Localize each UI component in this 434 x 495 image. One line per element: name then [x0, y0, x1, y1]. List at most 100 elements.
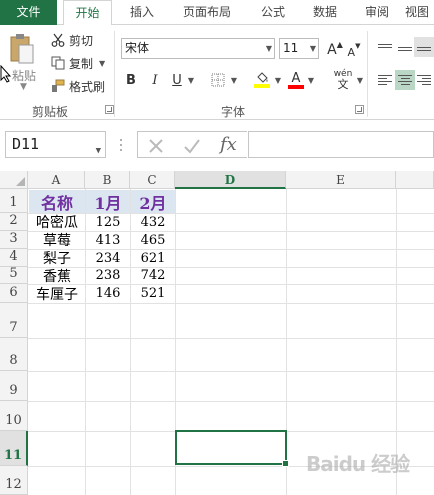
row-header-10[interactable]: 10 — [0, 401, 28, 431]
phonetic-guide-button[interactable]: wén 文 — [331, 70, 355, 91]
font-dialog-launcher[interactable] — [355, 105, 364, 114]
column-header-f[interactable] — [396, 171, 434, 189]
column-header-c[interactable]: C — [130, 171, 175, 189]
cell-b6[interactable]: 146 — [86, 284, 130, 303]
font-group-label: 字体 — [221, 105, 246, 119]
cell-b5[interactable]: 238 — [86, 267, 130, 284]
align-top-button[interactable] — [375, 37, 395, 57]
column-header-b[interactable]: B — [85, 171, 130, 189]
tab-view[interactable]: 视图 — [405, 0, 434, 25]
cell-a4[interactable]: 梨子 — [29, 249, 85, 267]
row-header-6[interactable]: 6 — [0, 284, 28, 303]
copy-button[interactable]: 复制 ▼ — [50, 54, 105, 72]
underline-button[interactable]: U — [170, 70, 184, 90]
insert-function-icon[interactable]: fx — [220, 134, 237, 155]
tab-formulas[interactable]: 公式 — [250, 0, 296, 25]
tab-data[interactable]: 数据 — [302, 0, 348, 25]
italic-button[interactable]: I — [148, 70, 162, 90]
spreadsheet-grid[interactable]: A B C D E 1 2 3 4 5 6 7 8 9 10 11 12 名称 … — [0, 171, 434, 495]
row-header-8[interactable]: 8 — [0, 338, 28, 371]
align-right-button[interactable] — [414, 70, 434, 90]
mouse-cursor-icon — [0, 65, 12, 83]
paste-icon[interactable] — [9, 33, 35, 65]
row-header-5[interactable]: 5 — [0, 266, 28, 284]
ribbon-separator — [367, 31, 368, 117]
paste-dropdown-arrow[interactable]: ▼ — [20, 82, 27, 92]
enter-check-icon[interactable] — [182, 136, 202, 156]
cell-a1[interactable]: 名称 — [29, 190, 85, 213]
ribbon: 粘贴 ▼ 剪切 复制 ▼ 格式刷 剪贴板 宋体 ▼ 11 ▼ A ▲ A ▼ B… — [0, 25, 434, 120]
drag-handle-icon[interactable] — [119, 137, 123, 153]
fill-color-button[interactable] — [253, 70, 271, 90]
cell-a2[interactable]: 哈密瓜 — [29, 213, 85, 231]
align-center-button[interactable] — [395, 70, 415, 90]
align-bottom-button[interactable] — [414, 37, 434, 57]
cell-b1[interactable]: 1月 — [86, 190, 130, 213]
cell-c3[interactable]: 465 — [131, 231, 175, 249]
clipboard-dialog-launcher[interactable] — [105, 105, 114, 114]
tab-page-layout[interactable]: 页面布局 — [170, 0, 244, 25]
cell-b3[interactable]: 413 — [86, 231, 130, 249]
row-header-12[interactable]: 12 — [0, 466, 28, 495]
row-header-1[interactable]: 1 — [0, 189, 28, 213]
chevron-down-icon[interactable]: ▼ — [96, 139, 101, 164]
copy-dropdown-arrow[interactable]: ▼ — [99, 59, 105, 68]
column-header-a[interactable]: A — [28, 171, 85, 189]
tab-home[interactable]: 开始 — [63, 0, 112, 26]
cell-a5[interactable]: 香蕉 — [29, 267, 85, 285]
underline-dropdown-arrow[interactable]: ▼ — [186, 70, 196, 90]
chevron-down-icon: ▼ — [265, 44, 272, 53]
tab-insert[interactable]: 插入 — [117, 0, 167, 25]
cell-c4[interactable]: 621 — [131, 249, 175, 267]
font-color-button[interactable]: A — [288, 70, 304, 90]
column-header-d[interactable]: D — [175, 171, 286, 189]
fill-color-dropdown-arrow[interactable]: ▼ — [273, 70, 283, 90]
grid-line — [28, 338, 434, 339]
cell-c6[interactable]: 521 — [131, 284, 175, 303]
cut-label: 剪切 — [69, 33, 94, 48]
phonetic-icon: 文 — [337, 78, 349, 91]
cell-c2[interactable]: 432 — [131, 213, 175, 231]
tab-file[interactable]: 文件 — [0, 0, 57, 25]
row-header-11[interactable]: 11 — [0, 431, 28, 466]
selected-cell-d11[interactable] — [175, 430, 289, 467]
font-family-select[interactable]: 宋体 ▼ — [121, 38, 275, 59]
font-family-value: 宋体 — [125, 41, 150, 55]
cell-a3[interactable]: 草莓 — [29, 231, 85, 249]
cell-c1[interactable]: 2月 — [131, 190, 175, 213]
row-header-2[interactable]: 2 — [0, 213, 28, 231]
formula-input[interactable] — [248, 131, 434, 158]
column-header-e[interactable]: E — [286, 171, 396, 189]
borders-button[interactable] — [209, 70, 227, 90]
borders-dropdown-arrow[interactable]: ▼ — [229, 70, 239, 90]
chevron-down-icon: ▼ — [309, 44, 316, 53]
format-painter-button[interactable]: 格式刷 — [50, 77, 105, 95]
bold-button[interactable]: B — [124, 70, 138, 90]
row-header-9[interactable]: 9 — [0, 371, 28, 401]
align-left-button[interactable] — [375, 70, 395, 90]
tab-review[interactable]: 审阅 — [354, 0, 400, 25]
grow-font-button[interactable]: A ▲ — [325, 40, 345, 60]
formula-buttons: fx — [137, 131, 247, 158]
cut-button[interactable]: 剪切 — [50, 31, 93, 49]
grid-line — [28, 401, 434, 402]
font-color-dropdown-arrow[interactable]: ▼ — [306, 70, 316, 90]
copy-label: 复制 — [69, 56, 94, 71]
row-header-4[interactable]: 4 — [0, 249, 28, 267]
font-size-select[interactable]: 11 ▼ — [279, 38, 319, 59]
phonetic-dropdown-arrow[interactable]: ▼ — [355, 70, 365, 90]
row-header-7[interactable]: 7 — [0, 303, 28, 338]
fill-color-swatch — [254, 84, 270, 88]
align-middle-button[interactable] — [395, 37, 415, 57]
name-box[interactable]: D11 ▼ — [5, 131, 106, 158]
font-color-swatch — [288, 84, 304, 89]
cell-a6[interactable]: 车厘子 — [29, 284, 85, 303]
shrink-font-button[interactable]: A ▼ — [345, 42, 363, 62]
select-all-button[interactable] — [0, 171, 28, 189]
row-header-3[interactable]: 3 — [0, 231, 28, 249]
cell-b4[interactable]: 234 — [86, 249, 130, 267]
cell-c5[interactable]: 742 — [131, 267, 175, 284]
grow-font-letter: A — [327, 42, 337, 58]
cell-b2[interactable]: 125 — [86, 213, 130, 231]
cancel-icon[interactable] — [146, 136, 166, 156]
